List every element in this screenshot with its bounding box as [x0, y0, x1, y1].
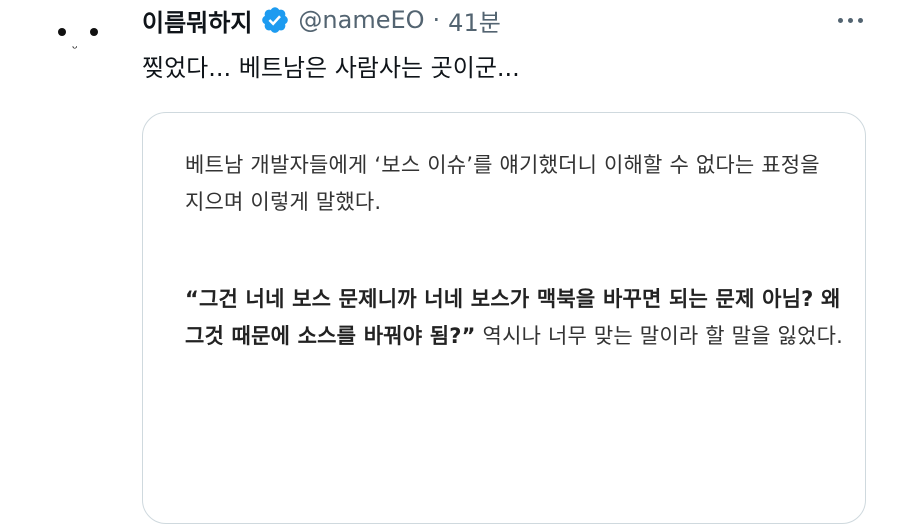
avatar-mouth: ᵕ: [72, 41, 78, 57]
avatar[interactable]: ᵕ: [32, 2, 108, 78]
tweet-text: 찢었다... 베트남은 사람사는 곳이군...: [142, 54, 520, 82]
tweet-header: 이름뭐하지 @nameEO · 41분: [142, 0, 501, 40]
timestamp[interactable]: 41분: [448, 3, 501, 38]
image-quote-tail: 역시나 너무 맞는 말이라 할 말을 잃었다.: [475, 324, 843, 348]
more-dot: [837, 17, 843, 23]
display-name[interactable]: 이름뭐하지: [142, 3, 252, 38]
attached-image[interactable]: 베트남 개발자들에게 ‘보스 이슈’를 얘기했더니 이해할 수 없다는 표정을 …: [142, 112, 866, 524]
image-paragraph-1: 베트남 개발자들에게 ‘보스 이슈’를 얘기했더니 이해할 수 없다는 표정을 …: [185, 153, 820, 214]
avatar-eye-right: [90, 28, 98, 36]
image-text: 베트남 개발자들에게 ‘보스 이슈’를 얘기했더니 이해할 수 없다는 표정을 …: [185, 147, 845, 355]
avatar-eye-left: [58, 28, 66, 36]
verified-badge-icon: [262, 7, 289, 33]
more-options-icon[interactable]: [828, 6, 872, 34]
image-paragraph-2: “그건 너네 보스 문제니까 너네 보스가 맥북을 바꾸면 되는 문제 아님? …: [185, 281, 845, 355]
more-dot: [847, 17, 853, 23]
separator-dot: ·: [432, 6, 441, 34]
user-handle[interactable]: @nameEO: [298, 6, 424, 34]
more-dot: [857, 17, 863, 23]
